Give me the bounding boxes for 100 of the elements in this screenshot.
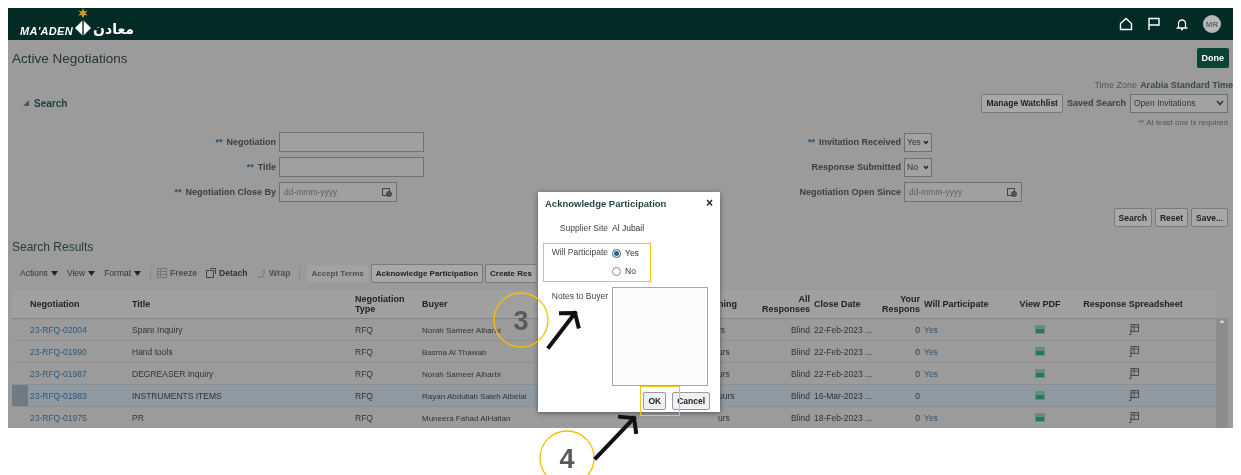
arrow (594, 414, 638, 460)
logo-text: MA'ADEN (20, 25, 73, 37)
table-cell: Rayan Abdullah Saleh Albelai (422, 391, 527, 401)
menu-button[interactable]: Format (104, 268, 142, 278)
required-mark: ** (807, 137, 815, 147)
triangle-icon[interactable] (22, 99, 30, 107)
column-header[interactable]: Negotiation (28, 290, 130, 319)
action-button[interactable]: Save... (1191, 208, 1228, 227)
participation-link[interactable]: Yes (924, 324, 938, 335)
table-cell: Blind (791, 324, 810, 335)
calendar-icon (1007, 187, 1017, 197)
column-header[interactable]: Close Date (812, 290, 875, 319)
negotiation-link[interactable]: 23-RFQ-01990 (30, 346, 87, 357)
participation-link[interactable]: Yes (924, 346, 938, 357)
negotiation-link[interactable]: 23-RFQ-02004 (30, 324, 87, 335)
table-cell: 18-Feb-2023 ... (814, 412, 873, 423)
radio-button[interactable] (612, 266, 621, 276)
table-cell: urs (718, 412, 730, 423)
table-cell: 0 (915, 324, 920, 335)
table-cell: 0 (915, 346, 920, 357)
time-zone-label: Time Zone (1094, 79, 1138, 90)
action-button[interactable]: Search (1113, 208, 1152, 227)
user-avatar[interactable]: MR (1203, 15, 1221, 33)
table-cell: RFQ (355, 390, 373, 401)
flag-icon[interactable] (1147, 17, 1161, 31)
table-cell: Blind (791, 390, 810, 401)
text-field[interactable] (279, 157, 424, 177)
chevron-icon (923, 164, 929, 170)
dialog-button[interactable]: OK (643, 392, 667, 410)
spreadsheet-icon[interactable] (1127, 368, 1139, 379)
wrap-icon (256, 268, 267, 278)
table-cell: RFQ (355, 324, 373, 335)
column-header[interactable]: Response Spreadsheet (1080, 290, 1186, 319)
done-button[interactable]: Done (1196, 48, 1229, 68)
column-header[interactable]: All Responses (740, 290, 812, 319)
column-header[interactable]: Will Participate (922, 290, 1000, 319)
table-cell: Basma Al Thawab (422, 347, 487, 357)
spreadsheet-icon[interactable] (1127, 390, 1139, 401)
select-field[interactable]: Yes (904, 132, 932, 152)
table-cell: Hand tools (132, 346, 173, 357)
table-cell: 16-Mar-2023 ... (814, 390, 873, 401)
pdf-icon[interactable] (1035, 369, 1045, 378)
table-cell: RFQ (355, 368, 373, 379)
negotiation-link[interactable]: 23-RFQ-01975 (30, 412, 87, 423)
field-label: Negotiation (226, 137, 276, 147)
table-cell: urs (718, 368, 730, 379)
step-marker: 4 (539, 430, 595, 475)
radio-option[interactable]: Yes (612, 248, 639, 258)
toolbar-button[interactable]: Detach (206, 268, 248, 278)
radio-option[interactable]: No (612, 266, 636, 276)
pdf-icon[interactable] (1035, 413, 1045, 422)
negotiation-link[interactable]: 23-RFQ-01987 (30, 368, 87, 379)
spreadsheet-icon[interactable] (1127, 412, 1139, 423)
scroll-up-icon[interactable] (1218, 318, 1226, 324)
table-cell: Blind (791, 412, 810, 423)
radio-button[interactable] (612, 248, 621, 258)
pdf-icon[interactable] (1035, 325, 1045, 334)
column-header[interactable]: View PDF (1000, 290, 1080, 319)
home-icon[interactable] (1119, 17, 1133, 31)
table-cell: Muneera Fahad AlHatlan (422, 413, 511, 423)
table-cell: Blind (791, 368, 810, 379)
action-button[interactable]: Reset (1154, 208, 1189, 227)
notes-field[interactable] (612, 287, 708, 386)
table-cell: 22-Feb-2023 ... (814, 368, 873, 379)
pdf-icon[interactable] (1035, 347, 1045, 356)
table-cell: DEGREASER Inquiry (132, 368, 214, 379)
text-field[interactable] (279, 132, 424, 152)
column-header[interactable]: Your Respons (875, 290, 922, 319)
calendar-icon (382, 187, 392, 197)
manage-watchlist-button[interactable]: Manage Watchlist (981, 93, 1063, 113)
spreadsheet-icon[interactable] (1127, 346, 1139, 357)
close-button[interactable]: × (706, 196, 713, 210)
field-label: Invitation Received (818, 137, 901, 147)
column-header[interactable]: Negotiation Type (353, 290, 420, 319)
participation-link[interactable]: Yes (924, 412, 938, 423)
table-cell: RFQ (355, 346, 373, 357)
scrollbar[interactable] (1216, 318, 1228, 428)
required-mark: ** (246, 162, 254, 172)
field-value: Al Jubail (612, 223, 645, 233)
field-label: Supplier Site (559, 223, 608, 233)
caret-icon (50, 270, 58, 276)
section-heading: Search (34, 97, 68, 109)
table-cell: 0 (915, 390, 920, 401)
bell-icon[interactable] (1175, 17, 1189, 31)
grid-icon (157, 268, 168, 278)
table-cell: 22-Feb-2023 ... (814, 324, 873, 335)
toolbar-button[interactable]: Acknowledge Participation (370, 263, 484, 283)
chevron-icon (1216, 100, 1224, 106)
table-cell: 22-Feb-2023 ... (814, 346, 873, 357)
saved-search-select[interactable]: Open Invitations (1130, 93, 1228, 113)
field-label: Will Participate (551, 247, 608, 257)
menu-button[interactable]: View (66, 268, 96, 278)
column-header[interactable]: Title (130, 290, 353, 319)
toolbar-button[interactable]: Create Res (485, 263, 536, 283)
participation-link[interactable]: Yes (924, 368, 938, 379)
menu-button[interactable]: Actions (20, 268, 58, 278)
page-title: Active Negotiations (12, 50, 128, 66)
select-field[interactable]: No (904, 157, 932, 177)
spreadsheet-icon[interactable] (1127, 324, 1139, 335)
pdf-icon[interactable] (1035, 391, 1045, 400)
